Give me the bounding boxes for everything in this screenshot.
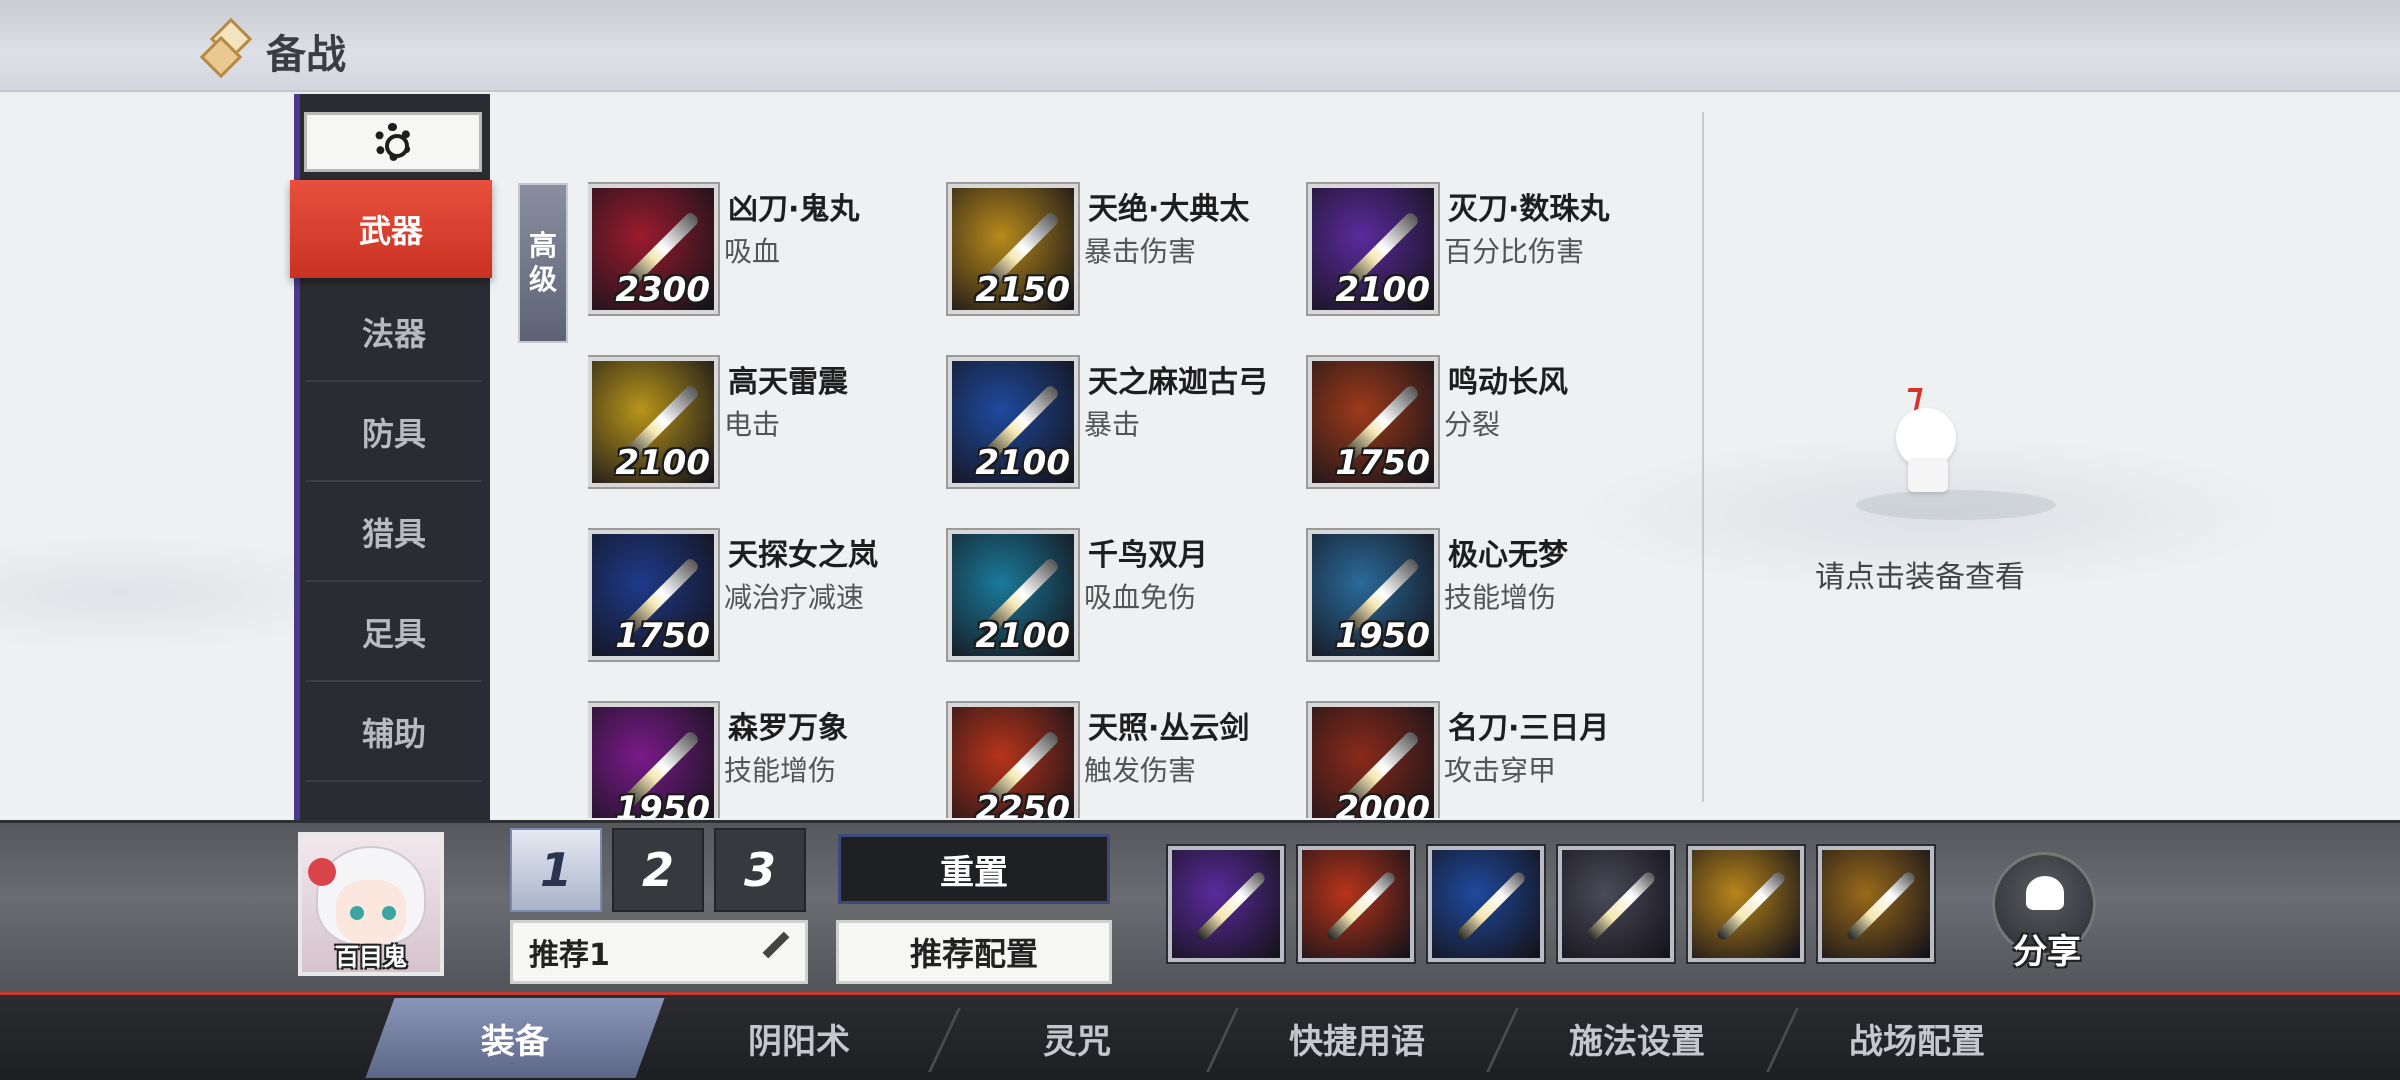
item-card[interactable]: 2100 灭刀·数珠丸 百分比伤害 [1308,178,1668,318]
preset-name-field[interactable]: 推荐1 [510,920,808,984]
category-armor[interactable]: 防具 [306,384,482,482]
item-card[interactable]: 2100 千鸟双月 吸血免伤 [948,524,1308,664]
crossbow-icon: 1750 [588,530,718,660]
item-card[interactable]: 2300 凶刀·鬼丸 吸血 [588,178,948,318]
heart-icon [2026,876,2064,910]
mascot-icon [1888,388,1968,498]
equipped-slot[interactable] [1558,846,1674,962]
bow-icon: 2100 [948,357,1078,487]
character-name: 百目鬼 [335,943,407,971]
tab-spirit-curse[interactable]: 灵咒 [942,998,1239,1078]
twin-blade-icon: 2100 [948,530,1078,660]
item-card[interactable]: 2100 高天雷震 电击 [588,351,948,491]
equipped-slot[interactable] [1168,846,1284,962]
pencil-edit-icon[interactable] [762,931,790,959]
equipped-slot[interactable] [1818,846,1934,962]
item-card[interactable]: 1750 鸣动长风 分裂 [1308,351,1668,491]
tab-battlefield-config[interactable]: 战场配置 [1782,998,2052,1078]
equipped-slot[interactable] [1688,846,1804,962]
character-avatar[interactable]: 百目鬼 [298,832,444,976]
katana-icon: 2300 [588,184,718,314]
bow-icon: 1750 [1308,357,1438,487]
gear-icon [374,123,412,161]
reset-button[interactable]: 重置 [838,834,1110,904]
item-card[interactable]: 2000 名刀·三日月 攻击穿甲 [1308,697,1668,818]
hammer-icon: 2100 [588,357,718,487]
recommended-config-button[interactable]: 推荐配置 [836,920,1112,984]
share-button[interactable]: 分享 [1992,852,2102,972]
katana-icon: 2100 [1308,184,1438,314]
item-card[interactable]: 1950 森罗万象 技能增伤 [588,697,948,818]
category-footwear[interactable]: 足具 [306,584,482,682]
tab-onmyoji-arts[interactable]: 阴阳术 [664,998,961,1078]
tab-quick-chat[interactable]: 快捷用语 [1222,998,1519,1078]
tab-equipment[interactable]: 装备 [365,998,665,1078]
category-weapon[interactable]: 武器 [290,180,492,278]
equipped-slot[interactable] [1428,846,1544,962]
detail-hint: 请点击装备查看 [1815,560,2025,595]
category-hunting-gear[interactable]: 猎具 [306,484,482,582]
page-title: 备战 [266,32,346,78]
item-card[interactable]: 2250 天照·丛云剑 触发伤害 [948,697,1308,818]
equipped-slot[interactable] [1298,846,1414,962]
katana-icon: 2000 [1308,703,1438,818]
sword-icon: 2250 [948,703,1078,818]
top-bar: 备战 [0,0,2400,92]
settings-button[interactable] [304,112,482,172]
diamond-logo-icon [199,17,254,79]
item-card[interactable]: 2100 天之麻迦古弓 暴击 [948,351,1308,491]
item-card[interactable]: 2150 天绝·大典太 暴击伤害 [948,178,1308,318]
tab-cast-settings[interactable]: 施法设置 [1502,998,1799,1078]
item-card[interactable]: 1750 天探女之岚 减治疗减速 [588,524,948,664]
panel-divider [1702,112,1704,802]
category-magic-item[interactable]: 法器 [306,284,482,382]
chain-sickle-icon: 1950 [1308,530,1438,660]
item-card[interactable]: 1950 极心无梦 技能增伤 [1308,524,1668,664]
grade-tag: 高 级 [518,183,568,343]
preset-slot-1[interactable]: 1 [510,828,602,912]
item-grid: 2300 凶刀·鬼丸 吸血 2150 天绝·大典太 暴击伤害 2100 灭刀·数… [588,178,1688,818]
katana-icon: 2150 [948,184,1078,314]
preset-slot-3[interactable]: 3 [714,828,806,912]
preset-slot-2[interactable]: 2 [612,828,704,912]
category-auxiliary[interactable]: 辅助 [306,684,482,782]
axe-icon: 1950 [588,703,718,818]
